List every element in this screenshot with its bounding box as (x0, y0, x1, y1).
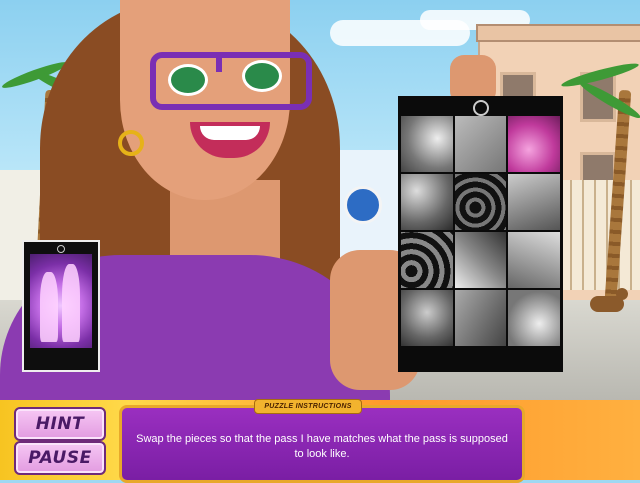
target-pass-image (30, 254, 92, 348)
puzzle-pass-card (398, 96, 563, 372)
instructions-title-tab: PUZZLE INSTRUCTIONS (254, 399, 362, 414)
puzzle-tile[interactable] (508, 232, 560, 288)
puzzle-tile[interactable] (401, 232, 453, 288)
instructions-title: PUZZLE INSTRUCTIONS (264, 403, 352, 410)
target-pass-card (22, 240, 100, 372)
hint-button-label: HINT (35, 414, 85, 434)
puzzle-tile[interactable] (508, 174, 560, 230)
game-scene (0, 0, 640, 400)
glasses (150, 52, 312, 110)
pause-button[interactable]: PAUSE (14, 441, 106, 475)
earring (118, 130, 144, 156)
puzzle-tile[interactable] (454, 290, 507, 346)
round-window (344, 186, 382, 224)
puzzle-tile[interactable] (454, 174, 507, 230)
puzzle-tile[interactable] (454, 232, 507, 288)
puzzle-tile[interactable] (454, 116, 507, 172)
silhouette-right (62, 264, 80, 342)
building-roof (476, 24, 640, 42)
puzzle-tile[interactable] (401, 116, 453, 172)
silhouette-left (40, 272, 58, 342)
lanyard-hole (57, 245, 65, 253)
dog (590, 288, 628, 312)
lanyard-hole (473, 100, 489, 116)
pause-button-label: PAUSE (28, 448, 92, 468)
puzzle-tile[interactable] (508, 290, 560, 346)
instructions-text: Swap the pieces so that the pass I have … (136, 433, 508, 460)
puzzle-tile[interactable] (508, 116, 560, 172)
hint-button[interactable]: HINT (14, 407, 106, 441)
puzzle-tile[interactable] (401, 174, 453, 230)
instructions-panel: Swap the pieces so that the pass I have … (119, 405, 525, 483)
fence (560, 180, 640, 290)
puzzle-grid (401, 116, 560, 346)
puzzle-tile[interactable] (401, 290, 453, 346)
